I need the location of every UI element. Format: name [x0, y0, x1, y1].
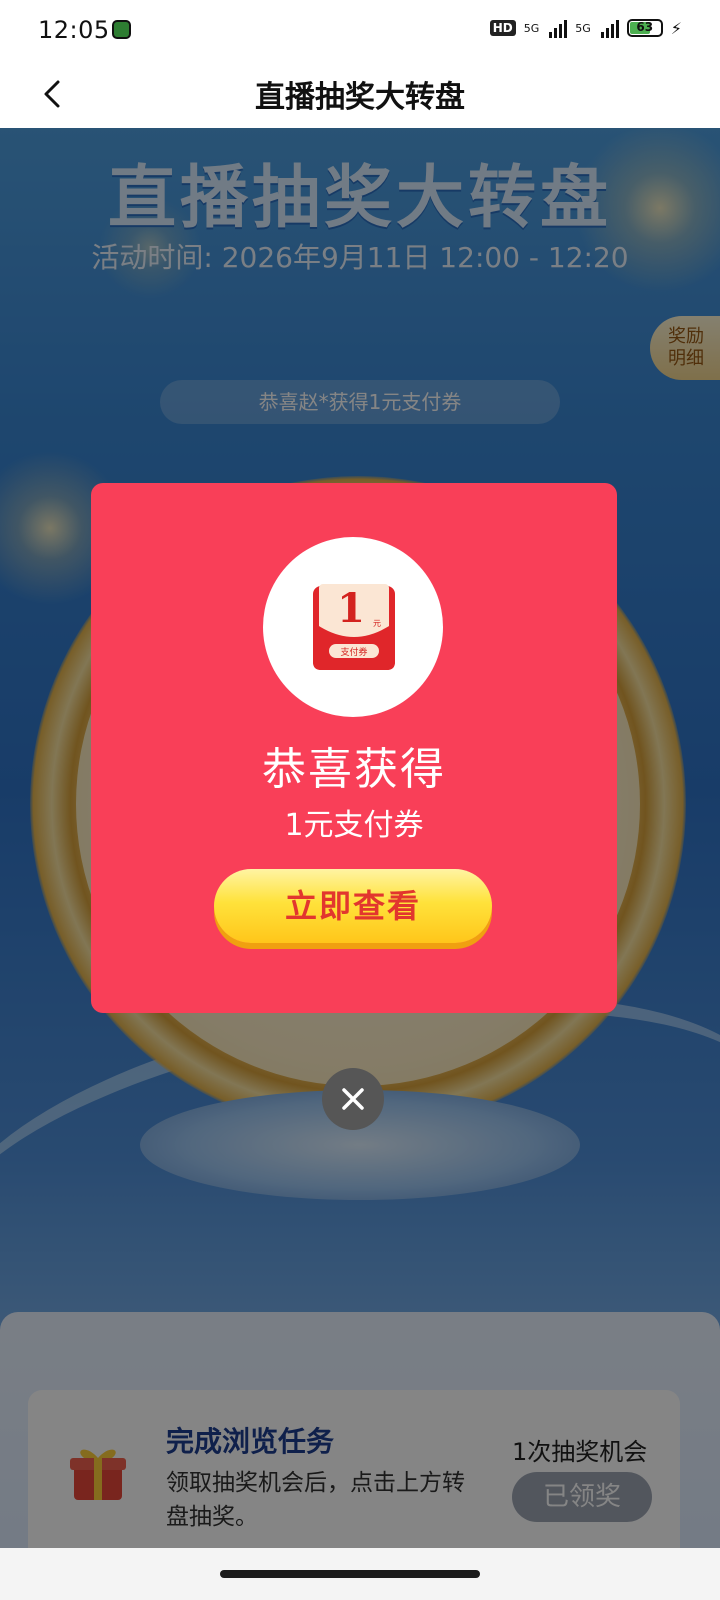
prize-name: 1元支付券 [284, 808, 424, 843]
nav-bar: 直播抽奖大转盘 [0, 62, 720, 128]
screen: 12:05 HD 5G 5G 63 ⚡ 直播抽奖大转盘 直播抽奖大转盘 活动时间… [0, 0, 720, 1600]
coupon-label: 支付券 [340, 646, 367, 658]
coupon-unit: 元 [373, 619, 381, 628]
close-icon [342, 1088, 364, 1110]
coupon-amount: 1 [337, 585, 365, 632]
view-now-button[interactable]: 立即查看 [214, 869, 492, 943]
coupon-icon: 1 元 支付券 [313, 584, 395, 670]
page-title: 直播抽奖大转盘 [255, 80, 465, 115]
close-button[interactable] [322, 1068, 384, 1130]
battery-level: 63 [636, 20, 654, 34]
battery-icon: 63 [626, 19, 663, 37]
signal-label-2: 5G [575, 21, 591, 35]
home-indicator[interactable] [220, 1570, 480, 1578]
hd-badge: HD [489, 20, 516, 36]
signal-label-1: 5G [523, 21, 540, 35]
signal-icon [549, 18, 568, 38]
modal-title: 恭喜获得 [262, 744, 446, 795]
app-notification-icon [112, 20, 131, 39]
status-bar: 12:05 HD 5G 5G 63 ⚡ [0, 0, 720, 62]
status-icons: HD 5G 5G 63 ⚡ [489, 18, 682, 38]
bolt-icon: ⚡ [670, 18, 682, 38]
status-time: 12:05 [38, 16, 110, 44]
signal-icon [600, 18, 619, 38]
